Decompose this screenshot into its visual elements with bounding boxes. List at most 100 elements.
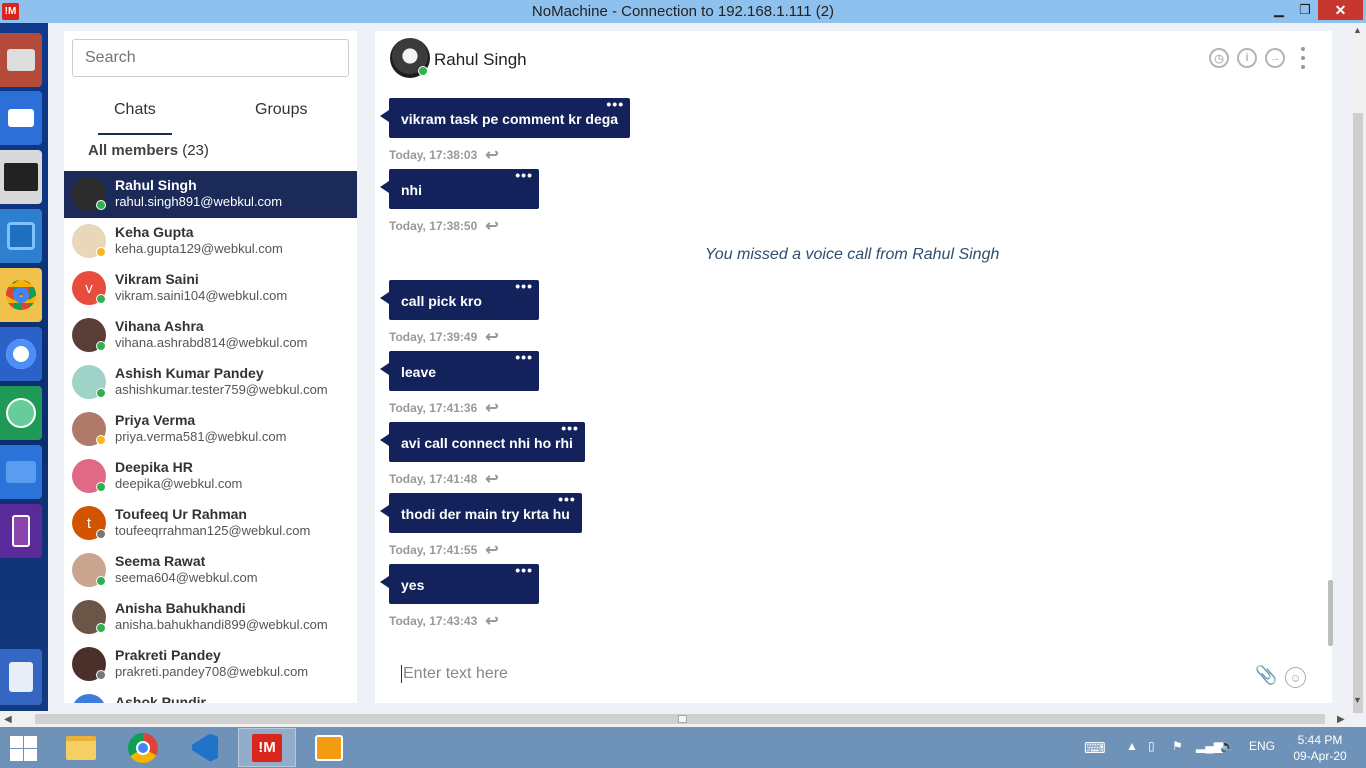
message-timestamp: Today, 17:43:43 [389,614,478,628]
dock-trash-icon[interactable] [0,649,42,705]
reply-icon[interactable]: ↩ [485,145,498,165]
contact-name: Rahul Singh [115,177,197,193]
contact-email: rahul.singh891@webkul.com [115,194,283,209]
message-text: nhi [401,182,422,198]
horizontal-scrollbar[interactable]: ◀ ▶ [0,711,1350,727]
message-input[interactable]: Enter text here [401,665,508,683]
contact-item[interactable]: v Vikram Saini vikram.saini104@webkul.com [64,265,357,312]
keyboard-icon[interactable]: ⌨ [1084,739,1106,757]
reply-icon[interactable]: ↩ [485,398,498,418]
contact-item[interactable]: Seema Rawat seema604@webkul.com [64,547,357,594]
scroll-right-icon[interactable]: ▶ [1337,714,1345,725]
paperclip-icon[interactable]: 📎 [1255,665,1277,686]
chevron-up-icon[interactable]: ▲ [1126,739,1138,753]
message-text: call pick kro [401,293,482,309]
contact-item[interactable]: Priya Verma priya.verma581@webkul.com [64,406,357,453]
dock-app-chrome-icon[interactable] [0,268,42,322]
chat-scrollbar[interactable] [1328,580,1333,646]
status-dot [96,435,106,445]
contact-item[interactable]: Prakreti Pandey prakreti.pandey708@webkul… [64,641,357,688]
contact-name: Priya Verma [115,412,196,428]
dock-app-chromium-icon[interactable] [0,327,42,381]
message-text: yes [401,577,425,593]
reply-icon[interactable]: ↩ [485,469,498,489]
reply-icon[interactable]: ↩ [485,327,498,347]
status-dot [96,482,106,492]
file-explorer-icon[interactable] [52,728,110,767]
restore-icon[interactable]: ❐ [1292,0,1318,20]
status-dot [96,200,106,210]
dock-app-archive-icon[interactable] [0,33,42,87]
message-options-icon[interactable]: ••• [558,492,576,506]
search-input[interactable] [72,39,349,77]
contact-name: Seema Rawat [115,553,206,569]
clock-date: 09-Apr-20 [1293,749,1347,763]
message-options-icon[interactable]: ••• [515,563,533,577]
message-text: leave [401,364,437,380]
emoji-icon[interactable]: ☺ [1285,667,1306,688]
message-options-icon[interactable]: ••• [515,279,533,293]
message-item: nhi ••• Today, 17:38:50 ↩ [380,168,539,236]
contact-item[interactable]: t Toufeeq Ur Rahman toufeeqrrahman125@webk… [64,500,357,547]
contact-name: Toufeeq Ur Rahman [115,506,247,522]
minimize-icon[interactable]: ▁ [1266,0,1292,20]
nomachine-icon[interactable]: !M [238,728,296,767]
vertical-scroll-thumb[interactable] [1353,113,1363,713]
contact-item[interactable]: Ashok Pundir [64,688,357,703]
contact-item[interactable]: Rahul Singh rahul.singh891@webkul.com [64,171,357,218]
message-meta: Today, 17:41:48 ↩ [389,469,585,489]
all-members-header: All members (23) [88,142,209,159]
close-icon[interactable]: ✕ [1318,0,1363,20]
dock-app-vscode-icon[interactable] [0,209,42,263]
message-options-icon[interactable]: ••• [606,97,624,111]
device-icon[interactable]: ▯ [1148,739,1155,753]
reply-icon[interactable]: ↩ [485,540,498,560]
dock-app-atom-icon[interactable] [0,386,42,440]
message-input-bar: Enter text here 📎 ☺ [375,651,1332,703]
vertical-scrollbar[interactable]: ▲ ▼ [1350,23,1366,713]
message-options-icon[interactable]: ••• [515,350,533,364]
forward-icon[interactable]: → [1265,48,1285,68]
contact-item[interactable]: Deepika HR deepika@webkul.com [64,453,357,500]
tab-chats[interactable]: Chats [114,101,156,119]
contact-email: ashishkumar.tester759@webkul.com [115,382,328,397]
more-icon[interactable] [1299,47,1307,69]
tab-groups[interactable]: Groups [255,101,307,119]
dock-app-mail-icon[interactable] [0,91,42,145]
taskbar-clock[interactable]: 5:44 PM 09-Apr-20 [1285,732,1355,764]
scroll-up-icon[interactable]: ▲ [1353,25,1362,35]
scroll-down-icon[interactable]: ▼ [1353,695,1362,705]
contact-name: Ashish Kumar Pandey [115,365,264,381]
message-options-icon[interactable]: ••• [515,168,533,182]
dock-app-terminal-icon[interactable] [0,150,42,204]
history-icon[interactable]: ◷ [1209,48,1229,68]
contact-list: Rahul Singh rahul.singh891@webkul.com Keha… [64,171,357,703]
message-text: avi call connect nhi ho rhi [401,435,573,451]
contact-item[interactable]: Vihana Ashra vihana.ashrabd814@webkul.com [64,312,357,359]
missed-call-notice: You missed a voice call from Rahul Singh [705,246,1000,263]
reply-icon[interactable]: ↩ [485,611,498,631]
message-options-icon[interactable]: ••• [561,421,579,435]
dock-app-folder-icon[interactable] [0,445,42,499]
windows-start-icon[interactable] [8,735,38,761]
contact-email: anisha.bahukhandi899@webkul.com [115,617,328,632]
contact-item[interactable]: Keha Gupta keha.gupta129@webkul.com [64,218,357,265]
vscode-icon[interactable] [176,728,234,767]
message-bubble: call pick kro ••• [380,279,539,320]
scroll-left-icon[interactable]: ◀ [4,714,12,725]
dock-app-pwa-icon[interactable] [0,504,42,558]
reply-icon[interactable]: ↩ [485,216,498,236]
contact-item[interactable]: Anisha Bahukhandi anisha.bahukhandi899@we… [64,594,357,641]
volume-icon[interactable]: 🔈 [1220,739,1235,753]
flag-icon[interactable]: ⚑ [1172,739,1183,753]
contacts-panel: Chats Groups All members (23) Rahul Sing… [64,31,357,703]
message-item: yes ••• Today, 17:43:43 ↩ [380,563,539,631]
language-indicator[interactable]: ENG [1249,739,1275,753]
contact-item[interactable]: Ashish Kumar Pandey ashishkumar.tester759… [64,359,357,406]
info-icon[interactable]: i [1237,48,1257,68]
message-text: thodi der main try krta hu [401,506,570,522]
media-player-icon[interactable] [300,728,358,767]
message-meta: Today, 17:41:55 ↩ [389,540,582,560]
chrome-icon[interactable] [114,728,172,767]
network-icon[interactable]: ▂▄▆ [1196,739,1223,753]
